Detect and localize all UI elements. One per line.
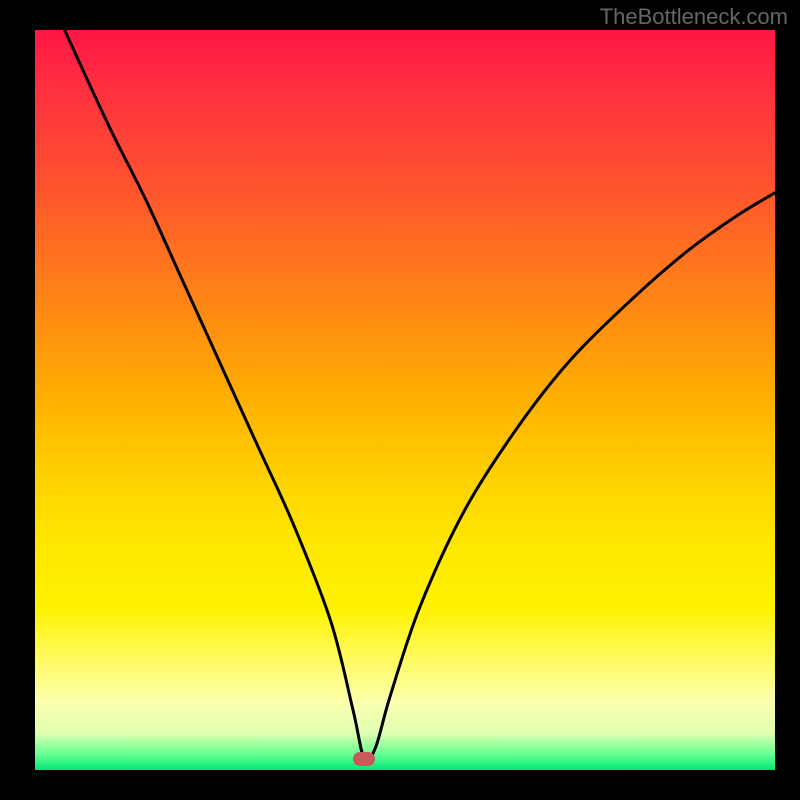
optimal-point-marker (353, 752, 375, 766)
bottleneck-curve (35, 30, 775, 770)
watermark-text: TheBottleneck.com (600, 4, 788, 30)
chart-plot-area (35, 30, 775, 770)
